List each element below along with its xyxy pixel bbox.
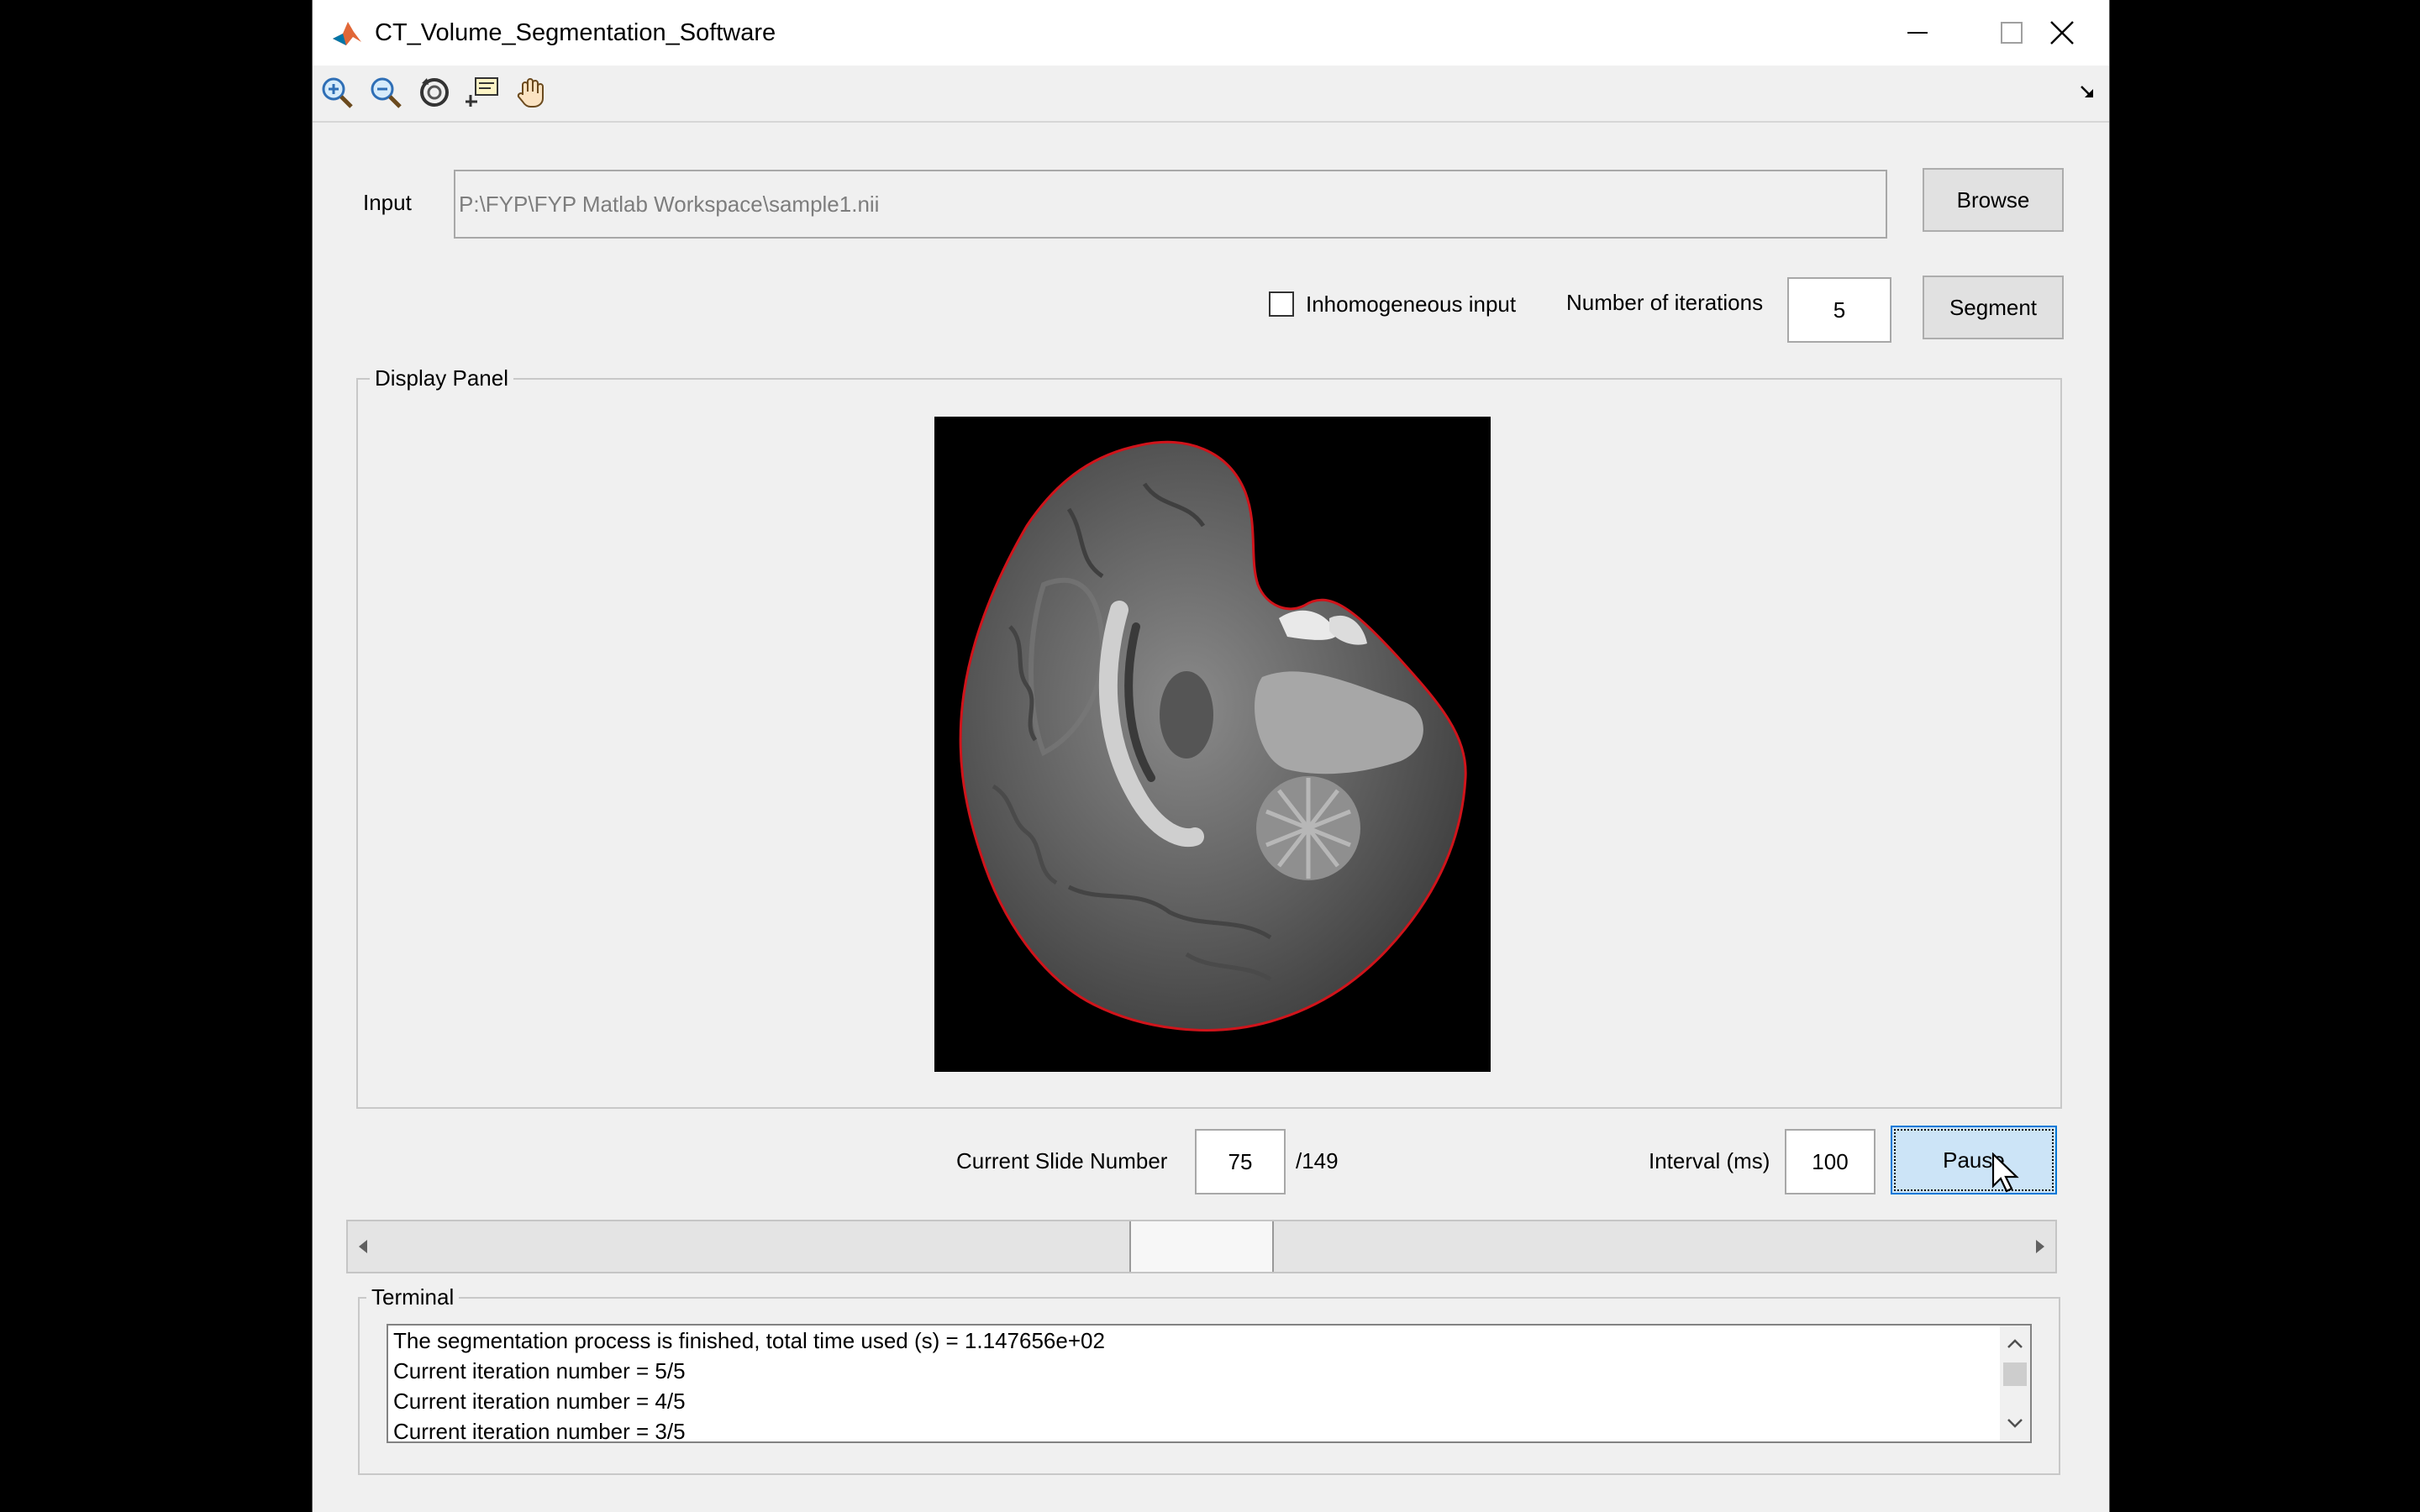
input-path-field[interactable] — [454, 170, 1887, 239]
window-title: CT_Volume_Segmentation_Software — [375, 19, 776, 46]
terminal-title: Terminal — [366, 1282, 460, 1312]
data-cursor-button[interactable] — [464, 73, 502, 112]
terminal-scroll-thumb[interactable] — [2003, 1362, 2027, 1386]
segment-button[interactable]: Segment — [1923, 276, 2064, 339]
zoom-out-button[interactable] — [366, 73, 405, 112]
display-panel-title: Display Panel — [370, 363, 513, 393]
terminal-scrollbar[interactable] — [2000, 1326, 2030, 1441]
zoom-in-button[interactable] — [318, 73, 356, 112]
slide-number-field[interactable] — [1195, 1129, 1286, 1194]
main-window: CT_Volume_Segmentation_Software Input P:… — [313, 0, 2109, 1512]
brain-slice-image — [959, 441, 1467, 1032]
inhomogeneous-label: Inhomogeneous input — [1306, 291, 1517, 317]
slide-slider[interactable] — [346, 1220, 2057, 1273]
close-icon — [2050, 21, 2074, 45]
terminal-output[interactable]: The segmentation process is finished, to… — [387, 1324, 2032, 1443]
slider-right-arrow[interactable] — [2025, 1221, 2055, 1272]
triangle-right-icon — [2036, 1240, 2044, 1253]
pan-button[interactable] — [513, 73, 551, 112]
minimize-button[interactable] — [1870, 0, 1965, 66]
chevron-up-icon — [2007, 1339, 2023, 1348]
matlab-icon — [333, 22, 361, 45]
zoom-in-icon — [322, 77, 353, 108]
triangle-left-icon — [359, 1240, 367, 1253]
slide-label: Current Slide Number — [956, 1148, 1168, 1173]
dock-arrow-icon — [2081, 86, 2093, 97]
mouse-cursor-icon — [1991, 1152, 2019, 1193]
iterations-field[interactable] — [1787, 277, 1891, 343]
dock-button[interactable] — [2074, 79, 2101, 106]
image-axes[interactable] — [934, 417, 1491, 1072]
terminal-line: Current iteration number = 3/5 — [393, 1419, 686, 1443]
inhomogeneous-checkbox[interactable] — [1269, 291, 1294, 317]
terminal-line: Current iteration number = 4/5 — [393, 1389, 686, 1414]
title-bar[interactable]: CT_Volume_Segmentation_Software — [313, 0, 2109, 66]
minimize-icon — [1907, 32, 1928, 34]
terminal-line: Current iteration number = 5/5 — [393, 1358, 686, 1383]
rotate-3d-icon — [420, 78, 449, 107]
slider-left-arrow[interactable] — [348, 1221, 378, 1272]
terminal-line: The segmentation process is finished, to… — [393, 1328, 1105, 1353]
iterations-label: Number of iterations — [1566, 290, 1764, 315]
slide-total-label: /149 — [1296, 1148, 1339, 1173]
pan-hand-icon — [517, 78, 544, 108]
slider-thumb[interactable] — [1129, 1221, 1274, 1272]
rotate-3d-button[interactable] — [415, 73, 454, 112]
chevron-down-icon — [2007, 1419, 2023, 1428]
pause-button[interactable]: Pause — [1891, 1126, 2057, 1194]
close-button[interactable] — [2015, 0, 2109, 66]
interval-field[interactable] — [1785, 1129, 1876, 1194]
browse-button[interactable]: Browse — [1923, 168, 2064, 232]
figure-toolbar — [313, 66, 2109, 123]
data-cursor-icon — [466, 77, 498, 107]
input-label: Input — [363, 190, 412, 215]
zoom-out-icon — [371, 77, 402, 108]
interval-label: Interval (ms) — [1649, 1148, 1770, 1173]
